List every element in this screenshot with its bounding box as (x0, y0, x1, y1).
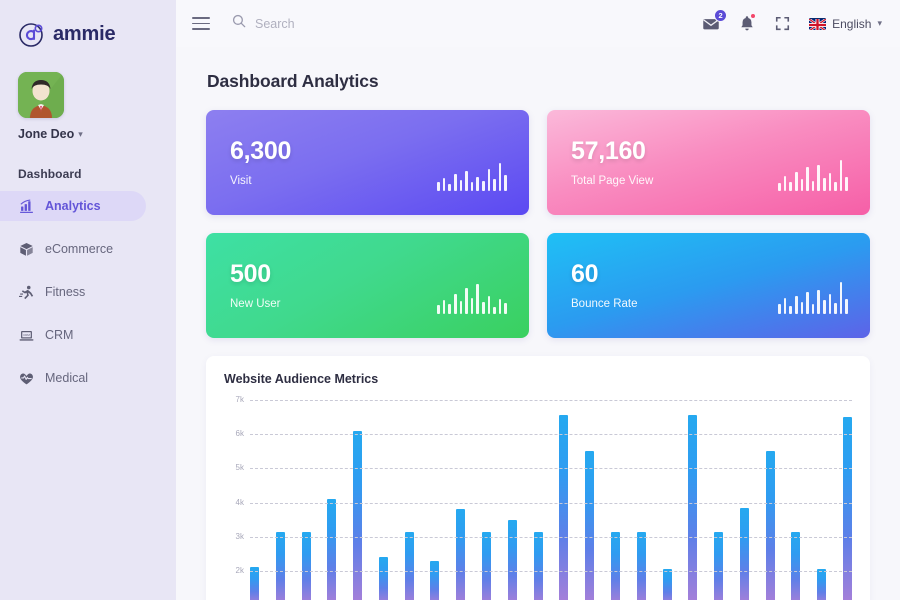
gridline (250, 468, 852, 470)
svg-text:CRM: CRM (23, 333, 30, 337)
sidebar-item-label: eCommerce (45, 242, 114, 256)
audience-metrics-chart: 7k6k5k4k3k2k1k (224, 396, 852, 600)
search-box[interactable] (232, 14, 701, 33)
chart-bar[interactable] (714, 531, 724, 600)
y-axis-tick: 2k (235, 565, 244, 575)
chevron-down-icon: ▾ (78, 128, 83, 139)
brand[interactable]: ammie (0, 12, 176, 50)
chevron-down-icon: ▾ (877, 18, 882, 28)
y-axis-tick: 4k (235, 497, 244, 507)
stat-card-new-user[interactable]: 500 New User (206, 233, 529, 338)
chart-bar[interactable] (585, 451, 595, 600)
chart-bar[interactable] (610, 531, 620, 600)
box-icon (18, 241, 34, 257)
topbar-actions: 2 English ▾ (701, 9, 882, 33)
chart-bar[interactable] (636, 531, 646, 600)
user-menu[interactable]: Jone Deo ▾ (18, 127, 176, 141)
gridline (250, 502, 852, 504)
topbar: 2 (176, 0, 900, 47)
chart-bar[interactable] (765, 451, 775, 600)
sidebar-item-label: CRM (45, 328, 74, 342)
search-input[interactable] (255, 16, 495, 31)
sidebar-item-medical[interactable]: Medical (0, 363, 146, 393)
chart-title: Website Audience Metrics (224, 372, 379, 386)
chart-bar[interactable] (250, 567, 259, 600)
chart-bar[interactable] (378, 557, 388, 600)
chart-bar[interactable] (791, 531, 801, 600)
bell-icon[interactable] (737, 13, 757, 33)
chart-bar[interactable] (739, 507, 749, 600)
language-label: English (832, 16, 872, 31)
sidebar-nav: Analytics eCommerce Fitness CRM CRM Medi… (0, 191, 176, 393)
y-axis: 7k6k5k4k3k2k1k (224, 396, 248, 600)
brand-name: ammie (53, 22, 116, 45)
chart-bar[interactable] (482, 531, 492, 600)
chart-bar[interactable] (533, 531, 543, 600)
gridline (250, 536, 852, 538)
fullscreen-icon[interactable] (773, 14, 792, 33)
app-root: ammie Jone Deo ▾ Dashboard Analytics eCo… (0, 0, 900, 600)
chart-bar[interactable] (275, 531, 285, 600)
sparkline-chart (778, 157, 848, 191)
notification-dot (750, 13, 757, 19)
heart-pulse-icon (18, 370, 34, 386)
sidebar-item-label: Analytics (45, 199, 101, 213)
chart-bar[interactable] (404, 531, 414, 600)
sparkline-chart (437, 157, 507, 191)
message-badge: 2 (714, 9, 728, 22)
chart-bar[interactable] (559, 415, 569, 600)
gridline (250, 400, 852, 401)
user-name: Jone Deo (18, 127, 75, 141)
chart-bar[interactable] (842, 417, 852, 600)
stat-card-bounce-rate[interactable]: 60 Bounce Rate (547, 233, 870, 338)
uk-flag-icon (809, 17, 827, 30)
stat-card-total-page-view[interactable]: 57,160 Total Page View (547, 110, 870, 215)
hamburger-icon[interactable] (192, 17, 210, 30)
chart-bar[interactable] (456, 509, 466, 600)
profile: Jone Deo ▾ (0, 50, 176, 141)
bar-chart-icon (18, 198, 34, 214)
stat-card-visit[interactable]: 6,300 Visit (206, 110, 529, 215)
chart-bar[interactable] (301, 531, 311, 600)
chart-bar[interactable] (662, 569, 672, 600)
running-icon (18, 284, 34, 300)
page-content: Dashboard Analytics 6,300 Visit 57,160 T… (176, 47, 900, 600)
search-icon (232, 14, 246, 33)
sidebar-item-ecommerce[interactable]: eCommerce (0, 234, 146, 264)
page-title: Dashboard Analytics (207, 71, 379, 91)
sparkline-chart (778, 280, 848, 314)
chart-bar[interactable] (327, 499, 337, 600)
chart-bar[interactable] (353, 430, 363, 600)
sidebar-section-label: Dashboard (18, 167, 82, 181)
audience-metrics-card: Website Audience Metrics 7k6k5k4k3k2k1k (206, 356, 870, 600)
sidebar-item-fitness[interactable]: Fitness (0, 277, 146, 307)
sidebar-item-label: Fitness (45, 285, 86, 299)
y-axis-tick: 3k (235, 531, 244, 541)
y-axis-tick: 7k (235, 395, 244, 404)
ammie-circle-logo-icon (18, 20, 46, 48)
laptop-icon: CRM (18, 327, 34, 343)
gridline (250, 434, 852, 436)
sidebar-item-crm[interactable]: CRM CRM (0, 320, 146, 350)
avatar[interactable] (18, 72, 64, 118)
y-axis-tick: 5k (235, 463, 244, 473)
chart-bar[interactable] (817, 569, 827, 600)
chart-bar[interactable] (688, 415, 698, 600)
main-area: 2 (176, 0, 900, 600)
sparkline-chart (437, 280, 507, 314)
gridline (250, 570, 852, 572)
envelope-icon[interactable]: 2 (701, 9, 728, 33)
sidebar-item-label: Medical (45, 371, 89, 385)
stat-cards: 6,300 Visit 57,160 Total Page View 500 N… (206, 110, 870, 338)
chart-bar[interactable] (507, 519, 517, 600)
sidebar: ammie Jone Deo ▾ Dashboard Analytics eCo… (0, 0, 176, 600)
chart-bar[interactable] (430, 560, 440, 600)
sidebar-item-analytics[interactable]: Analytics (0, 191, 146, 221)
y-axis-tick: 6k (235, 429, 244, 439)
language-selector[interactable]: English ▾ (809, 17, 882, 31)
